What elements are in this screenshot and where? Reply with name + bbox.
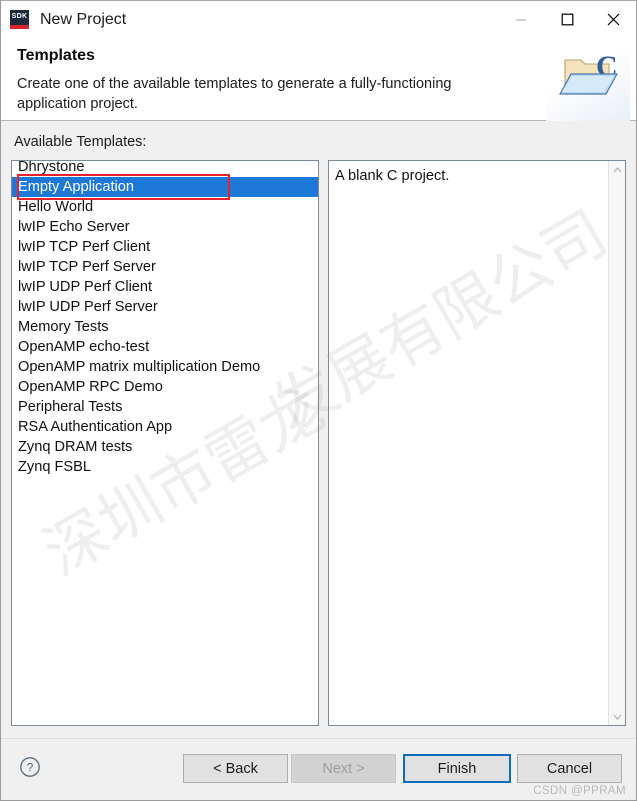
template-description-text: A blank C project. — [335, 168, 450, 184]
content-area: Available Templates: Dhrystone Empty App… — [1, 122, 636, 738]
wizard-banner: Templates Create one of the available te… — [1, 38, 636, 121]
sdk-icon-label: SDK — [11, 13, 28, 20]
window-controls — [498, 1, 636, 38]
list-item[interactable]: OpenAMP echo-test — [12, 337, 318, 357]
help-icon[interactable]: ? — [19, 756, 41, 783]
pane-gap — [319, 160, 328, 726]
panes-container: Dhrystone Empty Application Hello World … — [11, 160, 626, 726]
finish-button[interactable]: Finish — [403, 754, 511, 783]
list-item[interactable]: lwIP TCP Perf Server — [12, 257, 318, 277]
c-project-folder-icon: C — [546, 38, 630, 121]
next-button[interactable]: Next > — [291, 754, 396, 783]
list-item-selected[interactable]: Empty Application — [12, 177, 318, 197]
list-item[interactable]: Zynq FSBL — [12, 457, 318, 477]
title-bar: SDK New Project — [1, 1, 636, 38]
list-item[interactable]: lwIP Echo Server — [12, 217, 318, 237]
template-description-pane: A blank C project. — [328, 160, 626, 726]
sdk-icon-red-bar — [10, 25, 29, 29]
list-item[interactable]: Hello World — [12, 197, 318, 217]
svg-text:?: ? — [27, 761, 34, 775]
description-scrollbar[interactable] — [608, 161, 625, 725]
list-item[interactable]: Zynq DRAM tests — [12, 437, 318, 457]
list-item[interactable]: lwIP UDP Perf Server — [12, 297, 318, 317]
list-item[interactable]: OpenAMP RPC Demo — [12, 377, 318, 397]
back-button[interactable]: < Back — [183, 754, 288, 783]
minimize-icon[interactable] — [498, 1, 544, 38]
list-item[interactable]: lwIP TCP Perf Client — [12, 237, 318, 257]
list-item[interactable]: Memory Tests — [12, 317, 318, 337]
list-item[interactable]: Peripheral Tests — [12, 397, 318, 417]
templates-list[interactable]: Dhrystone Empty Application Hello World … — [11, 160, 319, 726]
sdk-app-icon: SDK — [10, 10, 29, 29]
scroll-down-icon[interactable] — [609, 708, 625, 725]
list-item[interactable]: lwIP UDP Perf Client — [12, 277, 318, 297]
cancel-button[interactable]: Cancel — [517, 754, 622, 783]
templates-list-items: Dhrystone Empty Application Hello World … — [12, 161, 318, 477]
page-title: Templates — [17, 47, 95, 64]
maximize-icon[interactable] — [544, 1, 590, 38]
new-project-dialog: SDK New Project Templates Create one of … — [0, 0, 637, 801]
page-description: Create one of the available templates to… — [17, 76, 452, 112]
list-item[interactable]: OpenAMP matrix multiplication Demo — [12, 357, 318, 377]
close-icon[interactable] — [590, 1, 636, 38]
window-title: New Project — [40, 10, 127, 28]
scroll-up-icon[interactable] — [609, 161, 625, 178]
list-item[interactable]: Dhrystone — [12, 161, 318, 177]
available-templates-label: Available Templates: — [14, 134, 147, 150]
csdn-watermark: CSDN @PPRAM — [533, 785, 626, 797]
list-item[interactable]: RSA Authentication App — [12, 417, 318, 437]
